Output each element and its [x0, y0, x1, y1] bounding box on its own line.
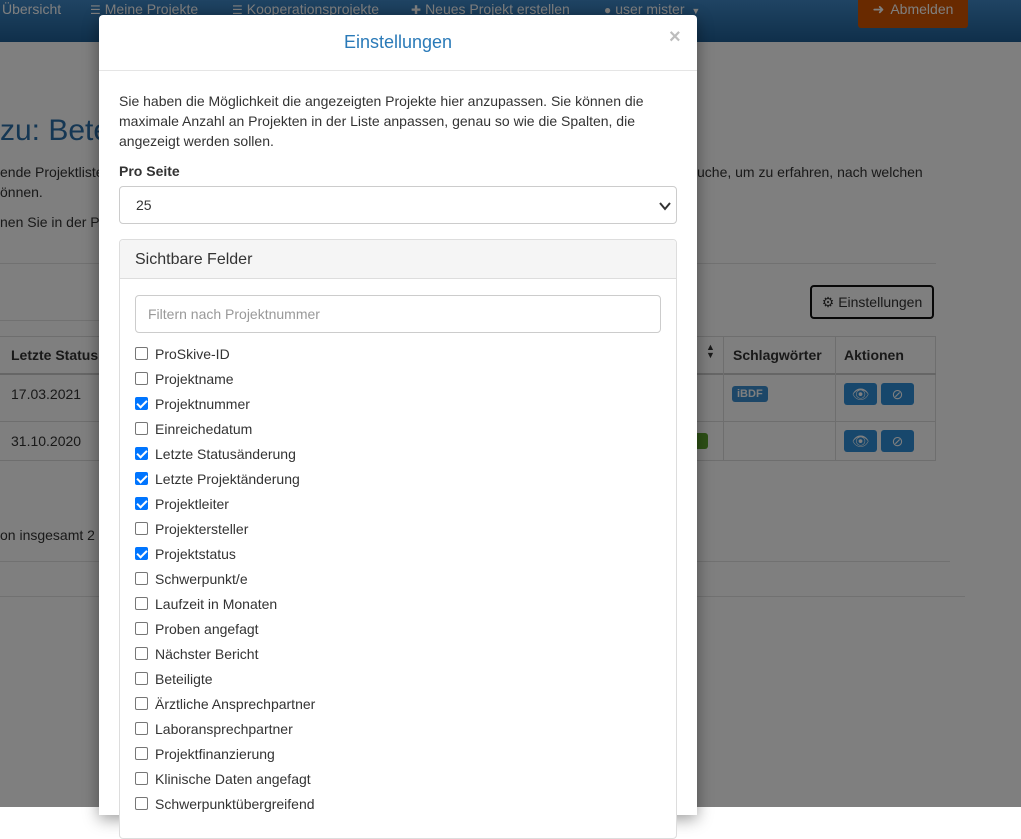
field-checkbox[interactable]: [135, 422, 148, 435]
field-option-label: Projektleiter: [155, 496, 229, 512]
field-option-label: Einreichedatum: [155, 421, 253, 437]
chevron-down-icon: [659, 202, 671, 211]
panel-heading: Sichtbare Felder: [120, 240, 676, 279]
field-checkbox[interactable]: [135, 672, 148, 685]
field-checkbox[interactable]: [135, 347, 148, 360]
field-checkbox[interactable]: [135, 622, 148, 635]
modal-header: Einstellungen ×: [99, 15, 697, 71]
field-option-label: Letzte Projektänderung: [155, 471, 300, 487]
field-checkbox[interactable]: [135, 797, 148, 810]
per-page-label: Pro Seite: [119, 163, 180, 179]
field-checkbox[interactable]: [135, 772, 148, 785]
field-checkbox[interactable]: [135, 472, 148, 485]
field-checkbox[interactable]: [135, 697, 148, 710]
field-filter-input[interactable]: [135, 295, 661, 333]
field-option-label: Projektfinanzierung: [155, 746, 275, 762]
field-option-label: Ärztliche Ansprechpartner: [155, 696, 316, 712]
field-checkbox[interactable]: [135, 572, 148, 585]
field-checkbox[interactable]: [135, 722, 148, 735]
field-option-label: Laufzeit in Monaten: [155, 596, 278, 612]
field-option-label: Nächster Bericht: [155, 646, 259, 662]
field-option-label: Projektstatus: [155, 546, 236, 562]
field-checkbox[interactable]: [135, 522, 148, 535]
field-checkbox[interactable]: [135, 497, 148, 510]
close-icon[interactable]: ×: [669, 26, 681, 49]
field-checkbox[interactable]: [135, 397, 148, 410]
field-checkbox[interactable]: [135, 447, 148, 460]
field-option-label: ProSkive-ID: [155, 346, 230, 362]
per-page-select-value: 25: [136, 197, 152, 213]
per-page-select[interactable]: 25: [119, 186, 677, 224]
field-checkbox[interactable]: [135, 372, 148, 385]
field-checkbox[interactable]: [135, 647, 148, 660]
field-option-label: Schwerpunkt/e: [155, 571, 248, 587]
field-option-label: Letzte Statusänderung: [155, 446, 296, 462]
field-option-label: Projektnummer: [155, 396, 250, 412]
field-checkbox[interactable]: [135, 597, 148, 610]
modal-intro-text: Sie haben die Möglichkeit die angezeigte…: [119, 93, 644, 149]
panel-title: Sichtbare Felder: [135, 251, 253, 268]
settings-modal: Einstellungen × Sie haben die Möglichkei…: [99, 15, 697, 839]
field-option-label: Projektname: [155, 371, 234, 387]
field-checkbox[interactable]: [135, 547, 148, 560]
field-option-label: Laboransprechpartner: [155, 721, 293, 737]
modal-title: Einstellungen: [343, 32, 453, 52]
field-option-label: Projektersteller: [155, 521, 249, 537]
field-checkbox[interactable]: [135, 747, 148, 760]
field-option-label: Proben angefagt: [155, 621, 259, 637]
field-option-label: Beteiligte: [155, 671, 213, 687]
field-option-label: Schwerpunktübergreifend: [155, 796, 315, 812]
field-option-label: Klinische Daten angefagt: [155, 771, 311, 787]
visible-fields-panel: Sichtbare Felder ProSkive-ID Projektname P…: [119, 239, 677, 839]
